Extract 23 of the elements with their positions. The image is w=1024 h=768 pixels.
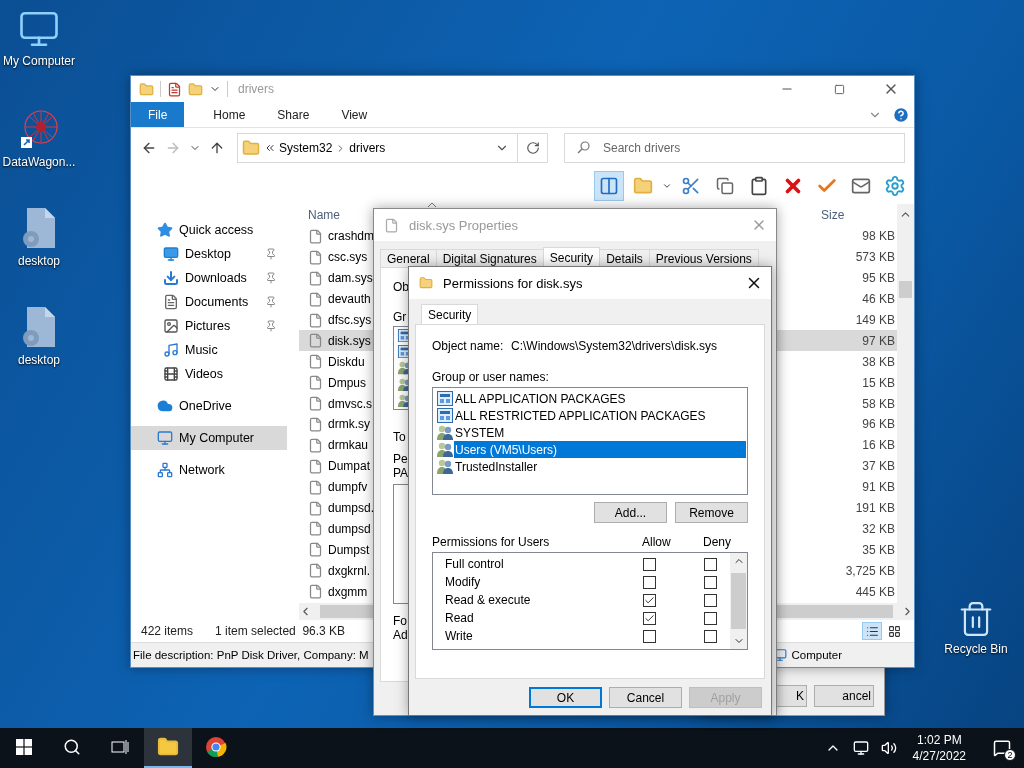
item-count: 422 items bbox=[141, 624, 194, 638]
permission-name: Read bbox=[445, 611, 475, 625]
footer-text: Fo bbox=[393, 614, 407, 628]
object-path: C:\Windows\System32\drivers\disk.sys bbox=[511, 339, 718, 353]
object-label: Ob bbox=[393, 280, 409, 294]
column-header: Allow bbox=[642, 535, 672, 549]
notification-count: 2 bbox=[1004, 749, 1016, 761]
permission-name: Full control bbox=[445, 557, 505, 571]
selection-info: 1 item selected 96.3 KB bbox=[215, 624, 346, 638]
group-label: Group or user names: bbox=[432, 370, 550, 384]
file-description: File description: PnP Disk Driver, Company: M bbox=[133, 649, 369, 661]
location-text: Computer bbox=[791, 649, 842, 661]
permission-name: Write bbox=[445, 629, 474, 643]
permission-name: Read & execute bbox=[445, 593, 532, 607]
group-label: Gr bbox=[393, 310, 407, 324]
column-header: Deny bbox=[703, 535, 732, 549]
permissions-label: PA bbox=[393, 466, 409, 480]
footer-text: Ad bbox=[393, 628, 408, 642]
permissions-label: Pe bbox=[393, 452, 408, 466]
object-label: Object name: bbox=[432, 339, 505, 353]
edit-hint: To bbox=[393, 430, 406, 444]
permission-name: Modify bbox=[445, 575, 482, 589]
permissions-label: Permissions for Users bbox=[432, 535, 551, 549]
